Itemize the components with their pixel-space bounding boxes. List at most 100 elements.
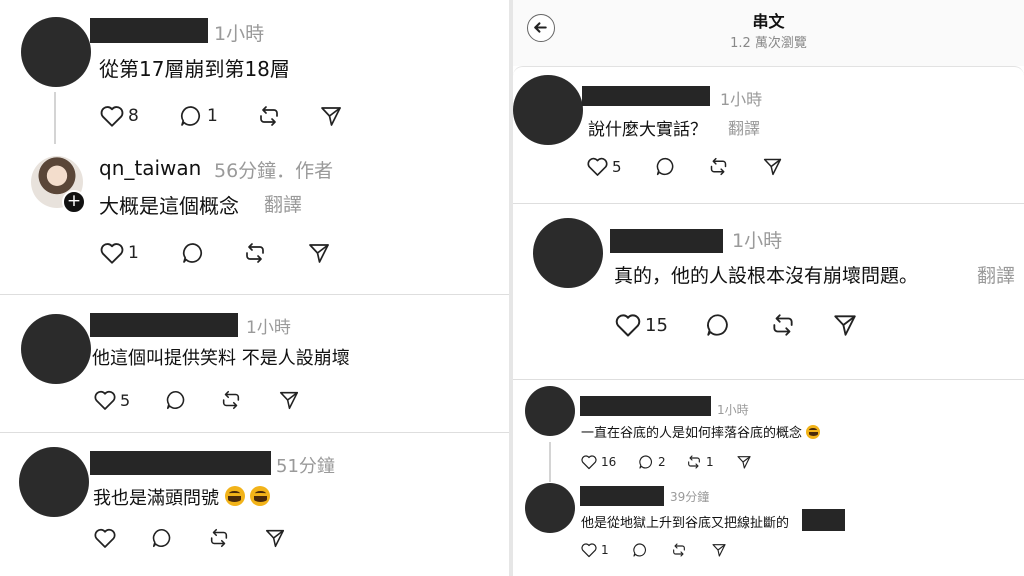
author-username[interactable]: qn_taiwan [99, 156, 201, 180]
avatar[interactable] [19, 447, 89, 517]
like-count: 5 [120, 390, 131, 410]
reply-button[interactable] [164, 389, 188, 411]
share-button[interactable] [318, 104, 344, 128]
repost-icon [246, 243, 264, 263]
repost-icon [260, 106, 278, 126]
translate-link[interactable]: 翻譯 [264, 190, 302, 217]
share-button[interactable] [306, 241, 332, 265]
share-icon [321, 107, 341, 126]
reply-button[interactable] [704, 312, 732, 338]
repost-icon [673, 543, 685, 557]
like-button[interactable]: 5 [586, 156, 622, 177]
repost-icon [710, 157, 727, 176]
comment-time: 1小時 [720, 90, 763, 109]
reply-card: 1小時 真的，他的人設根本沒有崩壞問題。 翻譯 15 [513, 204, 1024, 374]
share-icon [265, 529, 285, 548]
reply-thread: 1小時 一直在谷底的人是如何摔落谷底的概念 16 2 1 39分鐘 他是從地獄上… [513, 382, 1024, 576]
comment-time: 1小時 [246, 318, 291, 338]
heart-icon [100, 106, 124, 127]
repost-icon [222, 390, 240, 410]
heart-icon [100, 243, 124, 264]
reply-button[interactable] [180, 241, 206, 265]
comment-text: 真的，他的人設根本沒有崩壞問題。 [614, 265, 919, 287]
comment-icon [639, 455, 652, 469]
share-button[interactable] [761, 156, 784, 177]
like-count: 15 [645, 314, 668, 336]
repost-icon [773, 314, 793, 336]
like-button[interactable]: 16 [580, 454, 616, 470]
avatar[interactable] [525, 483, 575, 533]
like-button[interactable]: 8 [99, 104, 139, 128]
comment-text-content: 我也是滿頭問號 [93, 488, 219, 509]
translate-link[interactable]: 翻譯 [728, 115, 760, 139]
redacted-username [90, 313, 238, 337]
reply-count: 2 [658, 455, 666, 469]
reply-button[interactable] [150, 527, 174, 549]
divider [513, 379, 1024, 380]
share-button[interactable] [735, 454, 753, 470]
repost-icon [688, 455, 700, 469]
comment-icon [707, 314, 728, 336]
thread-header: 串文 1.2 萬次瀏覽 [513, 0, 1024, 66]
like-button[interactable]: 5 [93, 389, 130, 411]
laughing-emoji-icon [250, 486, 271, 506]
avatar[interactable] [525, 386, 575, 436]
redacted-username [90, 18, 208, 43]
heart-icon [581, 455, 597, 470]
reply-button[interactable]: 2 [637, 454, 666, 470]
repost-button[interactable]: 1 [685, 454, 714, 470]
share-icon [309, 244, 329, 263]
comment-text: 從第17層崩到第18層 [99, 57, 290, 81]
thread-line [549, 442, 551, 482]
reply-button[interactable]: 1 [178, 104, 218, 128]
repost-button[interactable] [219, 389, 243, 411]
like-button[interactable]: 15 [614, 312, 668, 338]
repost-button[interactable] [707, 156, 730, 177]
redacted-username [580, 396, 711, 416]
comment-time: 39分鐘 [670, 490, 710, 504]
follow-plus-icon[interactable]: + [62, 190, 86, 214]
avatar[interactable] [21, 17, 91, 87]
laughing-emoji-icon [806, 425, 821, 439]
divider [0, 432, 511, 433]
like-count: 1 [128, 243, 139, 263]
reply-button[interactable] [654, 156, 677, 177]
heart-icon [615, 314, 641, 337]
reply-button[interactable] [631, 542, 649, 558]
heart-icon [94, 528, 116, 548]
comment-time: 1小時 [732, 230, 783, 252]
repost-button[interactable] [242, 241, 268, 265]
thread-title: 串文 [752, 12, 785, 31]
comment-icon [633, 543, 646, 557]
avatar[interactable] [513, 75, 583, 145]
translate-link[interactable]: 翻譯 [977, 261, 1015, 288]
share-icon [763, 158, 782, 176]
reply-card: 1小時 說什麼大實話？ 翻譯 5 [513, 66, 1024, 200]
heart-icon [587, 157, 608, 176]
repost-button[interactable] [769, 312, 797, 338]
repost-icon [210, 528, 228, 548]
repost-button[interactable] [256, 104, 282, 128]
comment-icon [152, 528, 171, 548]
left-panel: 1小時 從第17層崩到第18層 8 1 + qn_taiwan 56分鐘．作者 … [0, 0, 511, 576]
share-button[interactable] [277, 389, 301, 411]
share-button[interactable] [263, 527, 287, 549]
like-count: 8 [128, 106, 139, 126]
like-button[interactable]: 1 [99, 241, 139, 265]
share-button[interactable] [831, 312, 859, 338]
repost-button[interactable] [670, 542, 688, 558]
like-button[interactable]: 1 [580, 542, 609, 558]
author-meta: 56分鐘．作者 [214, 160, 334, 182]
repost-button[interactable] [207, 527, 231, 549]
avatar[interactable] [533, 218, 603, 288]
comment-text: 他這個叫提供笑料 不是人設崩壞 [92, 348, 350, 369]
comment-icon [166, 390, 185, 410]
comment-text-content: 一直在谷底的人是如何摔落谷底的概念 [581, 426, 803, 441]
share-icon [834, 315, 856, 336]
heart-icon [581, 543, 597, 558]
redacted-username [610, 229, 723, 253]
avatar[interactable] [21, 314, 91, 384]
like-button[interactable] [93, 527, 117, 549]
comment-time: 1小時 [717, 403, 749, 417]
share-button[interactable] [710, 542, 728, 558]
